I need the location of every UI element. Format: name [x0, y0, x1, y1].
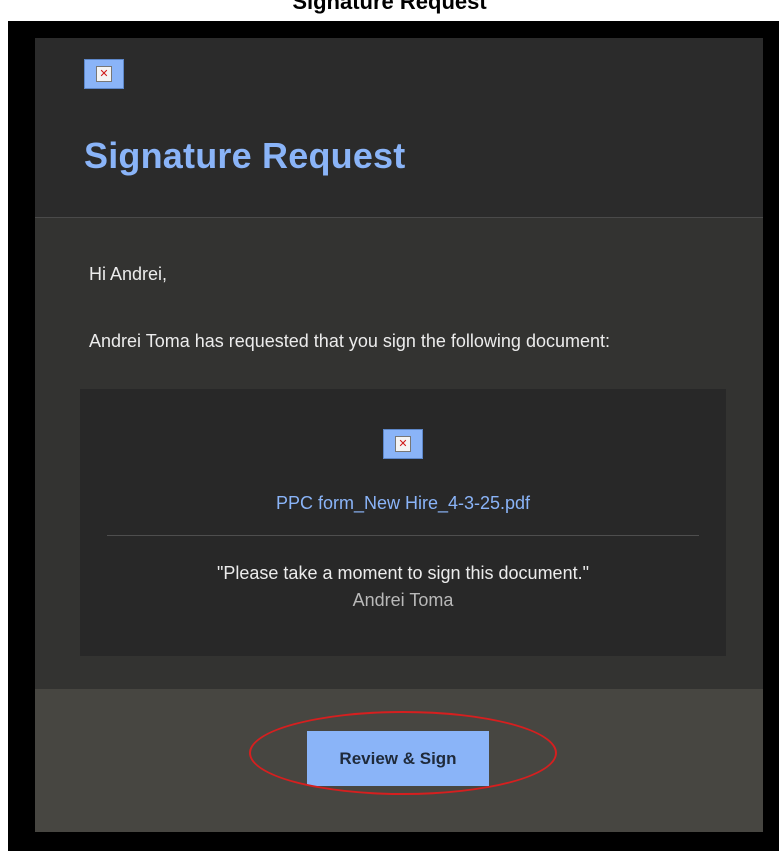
document-file-link[interactable]: PPC form_New Hire_4-3-25.pdf: [80, 493, 726, 514]
email-container: ✕ Signature Request Hi Andrei, Andrei To…: [35, 38, 763, 832]
broken-image-icon: ✕: [383, 429, 423, 459]
broken-image-icon: ✕: [84, 59, 124, 89]
sender-name: Andrei Toma: [352, 590, 454, 610]
intro-text: Andrei Toma has requested that you sign …: [89, 331, 610, 351]
document-card: ✕ PPC form_New Hire_4-3-25.pdf "Please t…: [80, 389, 726, 656]
email-title: Signature Request: [84, 135, 406, 176]
sender-message: "Please take a moment to sign this docum…: [217, 563, 589, 583]
page-heading: Signature Request: [292, 0, 487, 14]
review-and-sign-button[interactable]: Review & Sign: [307, 731, 489, 786]
card-divider: [107, 535, 699, 536]
image-error-glyph: ✕: [96, 66, 112, 82]
image-error-glyph: ✕: [395, 436, 411, 452]
email-header: ✕ Signature Request: [35, 38, 763, 218]
greeting-text: Hi Andrei,: [89, 264, 168, 284]
email-footer: Review & Sign: [35, 689, 763, 832]
